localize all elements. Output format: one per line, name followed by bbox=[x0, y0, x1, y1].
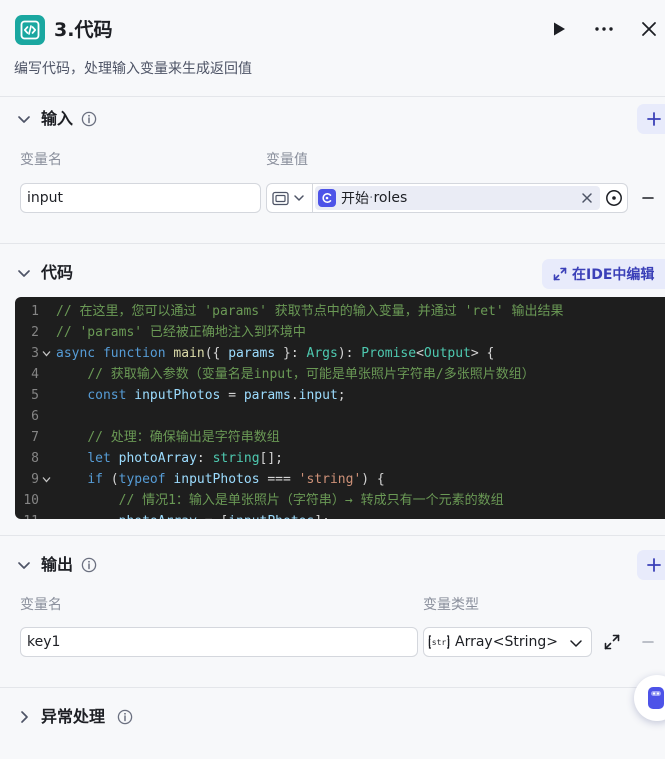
input-section-title: 输入 bbox=[41, 109, 74, 128]
code-text: // 'params' 已经被正确地注入到环境中 bbox=[56, 325, 306, 340]
add-output-button[interactable] bbox=[637, 550, 665, 580]
clear-icon[interactable] bbox=[580, 191, 594, 205]
line-number: 4 bbox=[31, 367, 39, 382]
code-line[interactable]: 9 if (typeof inputPhotos === 'string') { bbox=[15, 469, 665, 490]
code-line[interactable]: 4 // 获取输入参数（变量名是input，可能是单张照片字符串/多张照片数组） bbox=[15, 364, 665, 385]
more-dots-icon bbox=[595, 27, 613, 31]
node-title: 3.代码 bbox=[54, 19, 113, 41]
start-node-icon bbox=[318, 189, 336, 207]
code-section-title: 代码 bbox=[41, 263, 74, 282]
output-col-type-label: 变量类型 bbox=[423, 597, 479, 613]
output-var-name-field[interactable] bbox=[20, 627, 418, 657]
divider bbox=[0, 96, 665, 97]
line-number: 9 bbox=[31, 472, 39, 487]
chevron-down-icon[interactable] bbox=[16, 557, 32, 573]
line-number: 11 bbox=[15, 511, 39, 519]
info-icon[interactable] bbox=[81, 557, 97, 573]
chevron-down-icon bbox=[570, 640, 582, 647]
input-col-name-label: 变量名 bbox=[20, 152, 62, 168]
code-text: async function main({ params }: Args): P… bbox=[56, 346, 495, 361]
code-text: // 在这里，您可以通过 'params' 获取节点中的输入变量，并通过 're… bbox=[56, 304, 564, 319]
line-number: 10 bbox=[23, 493, 39, 508]
expand-arrows-icon bbox=[553, 267, 567, 281]
assistant-icon bbox=[648, 687, 664, 709]
svg-text:[str]: [str] bbox=[428, 638, 450, 647]
minus-icon bbox=[642, 197, 654, 199]
code-text: let photoArray: string[]; bbox=[87, 451, 284, 466]
fold-chevron-icon[interactable] bbox=[42, 476, 51, 483]
run-button[interactable] bbox=[544, 14, 574, 44]
divider bbox=[0, 243, 665, 244]
output-type-select[interactable]: [str] Array<String> bbox=[423, 627, 592, 657]
edit-in-ide-button[interactable]: 在IDE中编辑 bbox=[542, 259, 665, 289]
info-icon[interactable] bbox=[81, 111, 97, 127]
chevron-right-icon[interactable] bbox=[16, 709, 32, 725]
expand-icon[interactable] bbox=[603, 633, 621, 651]
code-editor[interactable]: 1 // 在这里，您可以通过 'params' 获取节点中的输入变量，并通过 'r… bbox=[15, 297, 665, 519]
divider bbox=[0, 687, 665, 688]
line-number: 3 bbox=[31, 346, 39, 361]
code-line[interactable]: 5 const inputPhotos = params.input; bbox=[15, 385, 665, 406]
chevron-down-icon[interactable] bbox=[16, 111, 32, 127]
close-icon bbox=[642, 22, 656, 36]
more-button[interactable] bbox=[589, 14, 619, 44]
code-text: const inputPhotos = params.input; bbox=[87, 388, 346, 403]
code-text: if (typeof inputPhotos === 'string') { bbox=[87, 472, 385, 487]
chevron-down-icon[interactable] bbox=[16, 265, 32, 281]
code-line[interactable]: 10 // 情况1：输入是单张照片（字符串）→ 转成只有一个元素的数组 bbox=[15, 490, 665, 511]
chevron-down-icon bbox=[294, 195, 304, 201]
output-section-title: 输出 bbox=[41, 555, 74, 574]
exception-section-title: 异常处理 bbox=[41, 707, 106, 726]
output-type-value: Array<String> bbox=[455, 634, 558, 650]
reference-node-name: 开始 bbox=[341, 191, 369, 207]
target-icon[interactable] bbox=[605, 189, 623, 207]
code-line[interactable]: 7 // 处理：确保输出是字符串数组 bbox=[15, 427, 665, 448]
line-number: 8 bbox=[31, 451, 39, 466]
code-line[interactable]: 11 photoArray = [inputPhotos]; bbox=[15, 511, 665, 519]
plus-icon bbox=[647, 112, 661, 126]
line-number: 2 bbox=[31, 325, 39, 340]
code-text: photoArray = [inputPhotos]; bbox=[56, 511, 330, 519]
remove-input-button[interactable] bbox=[639, 189, 657, 207]
minus-icon bbox=[642, 641, 654, 643]
node-header: 3.代码 编写代码，处理输入变量来生成返回值 bbox=[0, 0, 665, 96]
code-brackets-icon bbox=[15, 15, 45, 45]
output-col-name-label: 变量名 bbox=[20, 597, 62, 613]
add-input-button[interactable] bbox=[637, 104, 665, 134]
line-number: 5 bbox=[31, 388, 39, 403]
edit-in-ide-label: 在IDE中编辑 bbox=[572, 267, 655, 283]
play-icon bbox=[554, 22, 565, 36]
code-line[interactable]: 8 let photoArray: string[]; bbox=[15, 448, 665, 469]
string-array-icon: [str] bbox=[428, 635, 450, 649]
fold-chevron-icon[interactable] bbox=[42, 350, 51, 357]
input-var-value-field[interactable]: 开始 · roles bbox=[266, 183, 628, 213]
node-description: 编写代码，处理输入变量来生成返回值 bbox=[14, 61, 252, 77]
code-line[interactable]: 1 // 在这里，您可以通过 'params' 获取节点中的输入变量，并通过 'r… bbox=[15, 301, 665, 322]
code-line[interactable]: 3 async function main({ params }: Args): … bbox=[15, 343, 665, 364]
output-section-header[interactable]: 输出 bbox=[0, 550, 665, 580]
input-col-value-label: 变量值 bbox=[266, 152, 308, 168]
code-text: // 处理：确保输出是字符串数组 bbox=[87, 430, 280, 445]
reference-variable-name: roles bbox=[373, 190, 408, 206]
divider bbox=[0, 535, 665, 536]
input-var-name-field[interactable] bbox=[20, 183, 261, 213]
line-number: 6 bbox=[31, 409, 39, 424]
code-text: // 获取输入参数（变量名是input，可能是单张照片字符串/多张照片数组） bbox=[87, 367, 535, 382]
code-text: // 情况1：输入是单张照片（字符串）→ 转成只有一个元素的数组 bbox=[118, 493, 504, 508]
exception-section-header[interactable]: 异常处理 bbox=[0, 702, 665, 732]
value-type-select[interactable] bbox=[267, 184, 313, 212]
info-icon[interactable] bbox=[117, 709, 133, 725]
variable-reference-tag: 开始 · roles bbox=[315, 186, 600, 210]
line-number: 7 bbox=[31, 430, 39, 445]
reference-type-icon bbox=[272, 191, 289, 205]
code-line[interactable]: 2 // 'params' 已经被正确地注入到环境中 bbox=[15, 322, 665, 343]
remove-output-button[interactable] bbox=[639, 633, 657, 651]
close-button[interactable] bbox=[634, 14, 664, 44]
input-section-header[interactable]: 输入 bbox=[0, 104, 665, 134]
line-number: 1 bbox=[31, 304, 39, 319]
plus-icon bbox=[647, 558, 661, 572]
code-line[interactable]: 6 bbox=[15, 406, 665, 427]
